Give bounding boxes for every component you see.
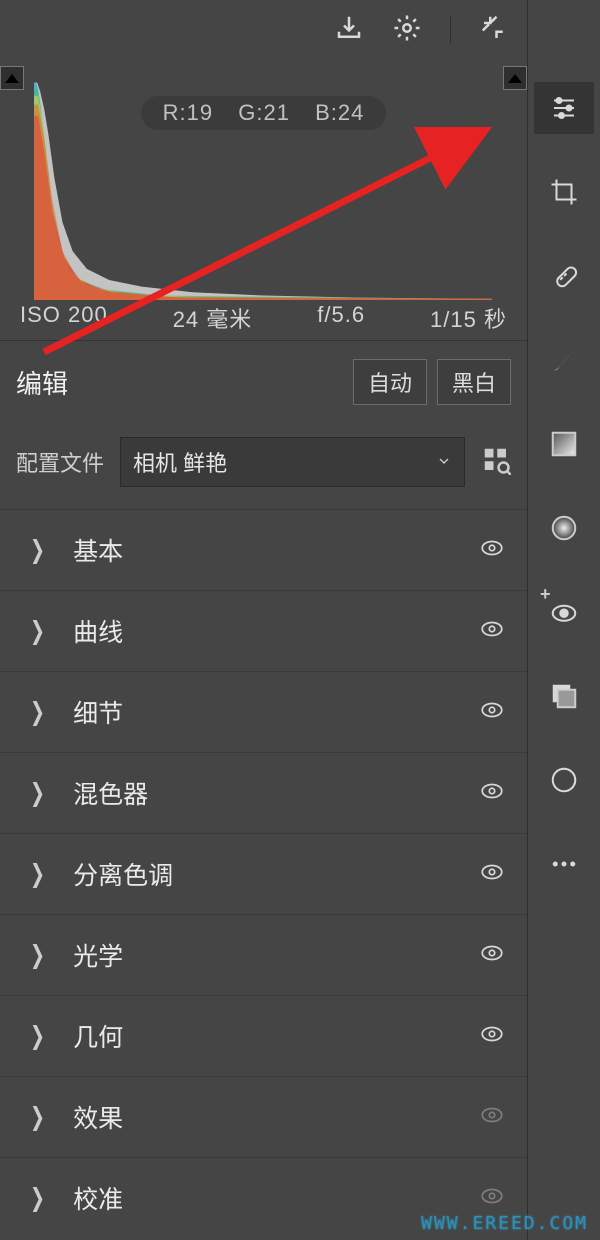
chevron-right-icon: ❯ <box>30 1183 45 1212</box>
gradient-tool[interactable] <box>534 418 594 470</box>
visibility-toggle[interactable] <box>479 778 505 809</box>
edit-label: 编辑 <box>16 364 68 401</box>
presets-tool[interactable] <box>534 670 594 722</box>
panel-label: 光学 <box>73 937 123 973</box>
profile-select[interactable]: 相机 鲜艳 <box>120 437 465 487</box>
bw-button[interactable]: 黑白 <box>437 359 511 405</box>
profile-label: 配置文件 <box>16 446 104 478</box>
chevron-right-icon: ❯ <box>30 697 45 726</box>
exif-aperture: f/5.6 <box>317 302 365 334</box>
r-value: R:19 <box>163 100 213 125</box>
edit-sliders-tool[interactable] <box>534 82 594 134</box>
panel-label: 曲线 <box>73 613 123 649</box>
auto-button[interactable]: 自动 <box>353 359 427 405</box>
edit-header: 编辑 自动 黑白 <box>0 340 527 423</box>
panel-曲线[interactable]: ❯ 曲线 <box>0 590 527 671</box>
visibility-toggle[interactable] <box>479 535 505 566</box>
chevron-down-icon <box>436 449 452 475</box>
top-toolbar <box>0 0 527 60</box>
visibility-toggle[interactable] <box>479 616 505 647</box>
collapse-icon[interactable] <box>479 13 509 48</box>
panel-混色器[interactable]: ❯ 混色器 <box>0 752 527 833</box>
panel-list: ❯ 基本 ❯ 曲线 ❯ 细节 ❯ 混色器 ❯ 分离色调 <box>0 509 527 1240</box>
profile-row: 配置文件 相机 鲜艳 <box>0 423 527 509</box>
crop-tool[interactable] <box>534 166 594 218</box>
chevron-right-icon: ❯ <box>30 940 45 969</box>
shadow-clip-indicator[interactable] <box>0 66 24 90</box>
chevron-right-icon: ❯ <box>30 535 45 564</box>
panel-label: 校准 <box>73 1180 123 1216</box>
panel-基本[interactable]: ❯ 基本 <box>0 509 527 590</box>
panel-几何[interactable]: ❯ 几何 <box>0 995 527 1076</box>
tool-sidebar: + <box>528 0 600 1240</box>
panel-label: 细节 <box>73 694 123 730</box>
snapshot-tool[interactable] <box>534 754 594 806</box>
panel-细节[interactable]: ❯ 细节 <box>0 671 527 752</box>
divider <box>450 16 451 44</box>
exif-focal: 24 毫米 <box>173 302 253 334</box>
download-icon[interactable] <box>334 13 364 48</box>
panel-label: 混色器 <box>73 775 148 811</box>
brush-tool[interactable] <box>534 334 594 386</box>
panel-label: 基本 <box>73 532 123 568</box>
panel-label: 效果 <box>73 1099 123 1135</box>
chevron-right-icon: ❯ <box>30 859 45 888</box>
panel-效果[interactable]: ❯ 效果 <box>0 1076 527 1157</box>
panel-label: 几何 <box>73 1018 123 1054</box>
chevron-right-icon: ❯ <box>30 1021 45 1050</box>
chevron-right-icon: ❯ <box>30 1102 45 1131</box>
panel-光学[interactable]: ❯ 光学 <box>0 914 527 995</box>
rgb-readout: R:19 G:21 B:24 <box>141 96 387 130</box>
visibility-toggle[interactable] <box>479 1102 505 1133</box>
visibility-toggle[interactable] <box>479 1183 505 1214</box>
more-tool[interactable] <box>534 838 594 890</box>
profile-browser-icon[interactable] <box>481 445 511 480</box>
heal-tool[interactable] <box>534 250 594 302</box>
gear-icon[interactable] <box>392 13 422 48</box>
redeye-tool[interactable]: + <box>534 586 594 638</box>
profile-value: 相机 鲜艳 <box>133 446 227 478</box>
g-value: G:21 <box>238 100 290 125</box>
visibility-toggle[interactable] <box>479 1021 505 1052</box>
highlight-clip-indicator[interactable] <box>503 66 527 90</box>
b-value: B:24 <box>315 100 364 125</box>
panel-label: 分离色调 <box>73 856 173 892</box>
chevron-right-icon: ❯ <box>30 616 45 645</box>
visibility-toggle[interactable] <box>479 697 505 728</box>
watermark: WWW.EREED.COM <box>421 1213 588 1234</box>
exif-iso: ISO 200 <box>20 302 108 334</box>
visibility-toggle[interactable] <box>479 940 505 971</box>
chevron-right-icon: ❯ <box>30 778 45 807</box>
exif-shutter: 1/15 秒 <box>430 302 507 334</box>
visibility-toggle[interactable] <box>479 859 505 890</box>
panel-分离色调[interactable]: ❯ 分离色调 <box>0 833 527 914</box>
radial-tool[interactable] <box>534 502 594 554</box>
histogram: R:19 G:21 B:24 ISO 200 24 毫米 f/5.6 1/15 … <box>6 60 521 340</box>
exif-row: ISO 200 24 毫米 f/5.6 1/15 秒 <box>6 302 521 334</box>
